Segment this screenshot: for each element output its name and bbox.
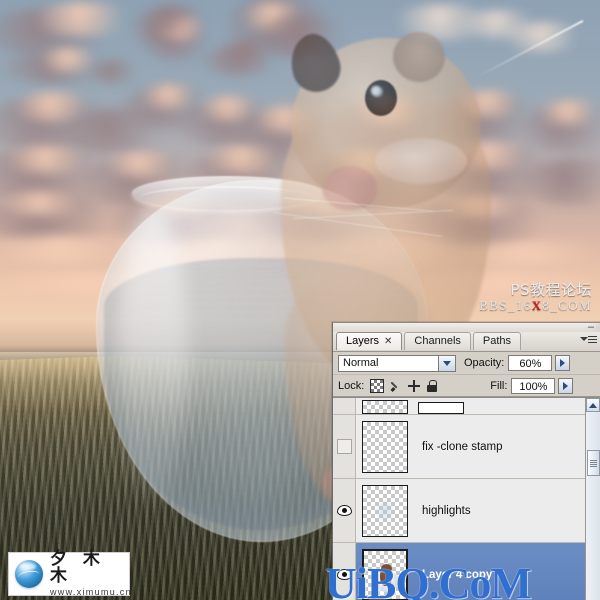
layer-visibility-cell[interactable]: [333, 479, 356, 542]
eye-visible-icon[interactable]: [336, 569, 352, 580]
table-row[interactable]: fix -clone stamp: [333, 415, 600, 479]
layers-panel[interactable]: –✕ Layers ✕ Channels Paths Normal Opacity: …: [332, 322, 600, 600]
tab-channels-label: Channels: [414, 335, 461, 347]
opacity-input[interactable]: 60%: [508, 355, 553, 371]
layer-thumbnail[interactable]: [362, 400, 408, 414]
screenshot-canvas: PS教程论坛 BBS_16X8_COM 夕 木 木 www.ximumu.cn …: [0, 0, 600, 600]
tab-layers[interactable]: Layers ✕: [336, 332, 403, 350]
lock-all-icon[interactable]: [426, 379, 438, 392]
lock-label: Lock:: [338, 379, 365, 392]
tab-close-icon[interactable]: ✕: [384, 336, 392, 347]
table-row[interactable]: [333, 398, 600, 415]
scroll-up-arrow-icon[interactable]: [586, 398, 600, 412]
tab-channels[interactable]: Channels: [404, 332, 471, 350]
layer-name[interactable]: fix -clone stamp: [422, 441, 503, 453]
chevron-down-icon[interactable]: [438, 355, 455, 371]
blend-mode-value: Normal: [343, 357, 379, 369]
lock-fill-row: Lock: Fill: 100%: [333, 375, 600, 397]
fishbowl-highlight: [118, 205, 188, 505]
site-logo-url: www.ximumu.cn: [50, 587, 132, 597]
layer-visibility-cell[interactable]: [333, 543, 356, 600]
fill-spinner-icon[interactable]: [558, 377, 574, 394]
fill-input[interactable]: 100%: [511, 377, 556, 394]
hamster-thumbnail-art: [373, 563, 400, 592]
layer-name[interactable]: Layer 4 copy: [422, 569, 492, 581]
eye-hidden-icon[interactable]: [336, 439, 352, 454]
layer-thumbnail[interactable]: [362, 548, 408, 600]
lock-icon-group[interactable]: [370, 378, 438, 393]
layer-thumbnail[interactable]: [362, 484, 408, 537]
opacity-label: Opacity:: [464, 357, 505, 369]
layer-thumbnail[interactable]: [362, 420, 408, 473]
panel-titlebar[interactable]: –✕: [333, 323, 600, 333]
tab-paths-label: Paths: [482, 335, 512, 347]
blue-orb-icon: [15, 560, 43, 588]
site-logo-name: 夕 木 木: [50, 549, 105, 586]
tab-paths[interactable]: Paths: [472, 332, 522, 350]
table-row[interactable]: Layer 4 copy: [333, 543, 600, 600]
layer-mask-thumbnail[interactable]: [418, 402, 464, 414]
eye-visible-icon[interactable]: [336, 505, 352, 516]
table-row[interactable]: highlights: [333, 479, 600, 543]
site-logo: 夕 木 木 www.ximumu.cn: [8, 551, 132, 597]
panel-menu-icon[interactable]: [580, 334, 597, 348]
layer-visibility-cell[interactable]: [333, 415, 356, 478]
lock-transparent-pixels-icon[interactable]: [370, 378, 385, 393]
site-logo-text: 夕 木 木 www.ximumu.cn: [50, 551, 132, 597]
scrollbar-thumb[interactable]: [587, 450, 600, 476]
scrollbar-grip-icon: [590, 459, 597, 468]
tab-layers-label: Layers: [346, 335, 380, 347]
panel-tabbar[interactable]: Layers ✕ Channels Paths: [333, 332, 600, 352]
layer-list[interactable]: fix -clone stamp highlights Layer 4 copy: [333, 397, 600, 600]
layer-visibility-cell[interactable]: [333, 398, 356, 414]
layer-list-scrollbar[interactable]: [585, 398, 600, 600]
opacity-spinner-icon[interactable]: [555, 355, 571, 371]
blend-mode-select[interactable]: Normal: [338, 354, 456, 372]
fill-label: Fill:: [490, 379, 508, 392]
lock-image-pixels-icon[interactable]: [390, 380, 402, 392]
lock-position-icon[interactable]: [408, 379, 421, 392]
blend-opacity-row: Normal Opacity: 60%: [333, 352, 600, 375]
layer-name[interactable]: highlights: [422, 505, 471, 517]
